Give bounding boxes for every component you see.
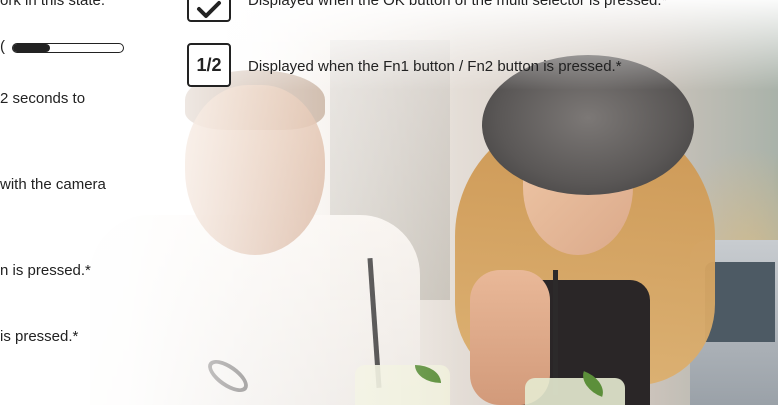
photo-straw-right	[553, 270, 558, 395]
fn-button-description: Displayed when the Fn1 button / Fn2 butt…	[248, 58, 622, 75]
ok-button-description: Displayed when the OK button of the mult…	[248, 0, 668, 9]
left-text-line-1: ork in this state.	[0, 0, 106, 9]
ok-checkmark-icon-box	[187, 0, 231, 22]
page-indicator-label: 1/2	[196, 54, 222, 75]
photo-top-fade	[150, 0, 778, 90]
slider-indicator-fill	[13, 44, 51, 52]
photo-glass-right	[525, 378, 625, 405]
ok-checkmark-icon	[197, 1, 221, 18]
left-text-line-4: with the camera	[0, 176, 106, 193]
photo-car-window	[705, 262, 775, 342]
left-text-line-5: n is pressed.*	[0, 262, 91, 279]
page-indicator-icon-box: 1/2	[187, 43, 231, 87]
left-text-line-3: 2 seconds to	[0, 90, 86, 107]
left-text-line-6: is pressed.*	[0, 328, 79, 345]
left-text-line-2-prefix: (	[0, 38, 5, 55]
manual-page: ork in this state. ( 2 seconds to with t…	[0, 0, 778, 405]
slider-indicator-icon	[12, 43, 124, 53]
